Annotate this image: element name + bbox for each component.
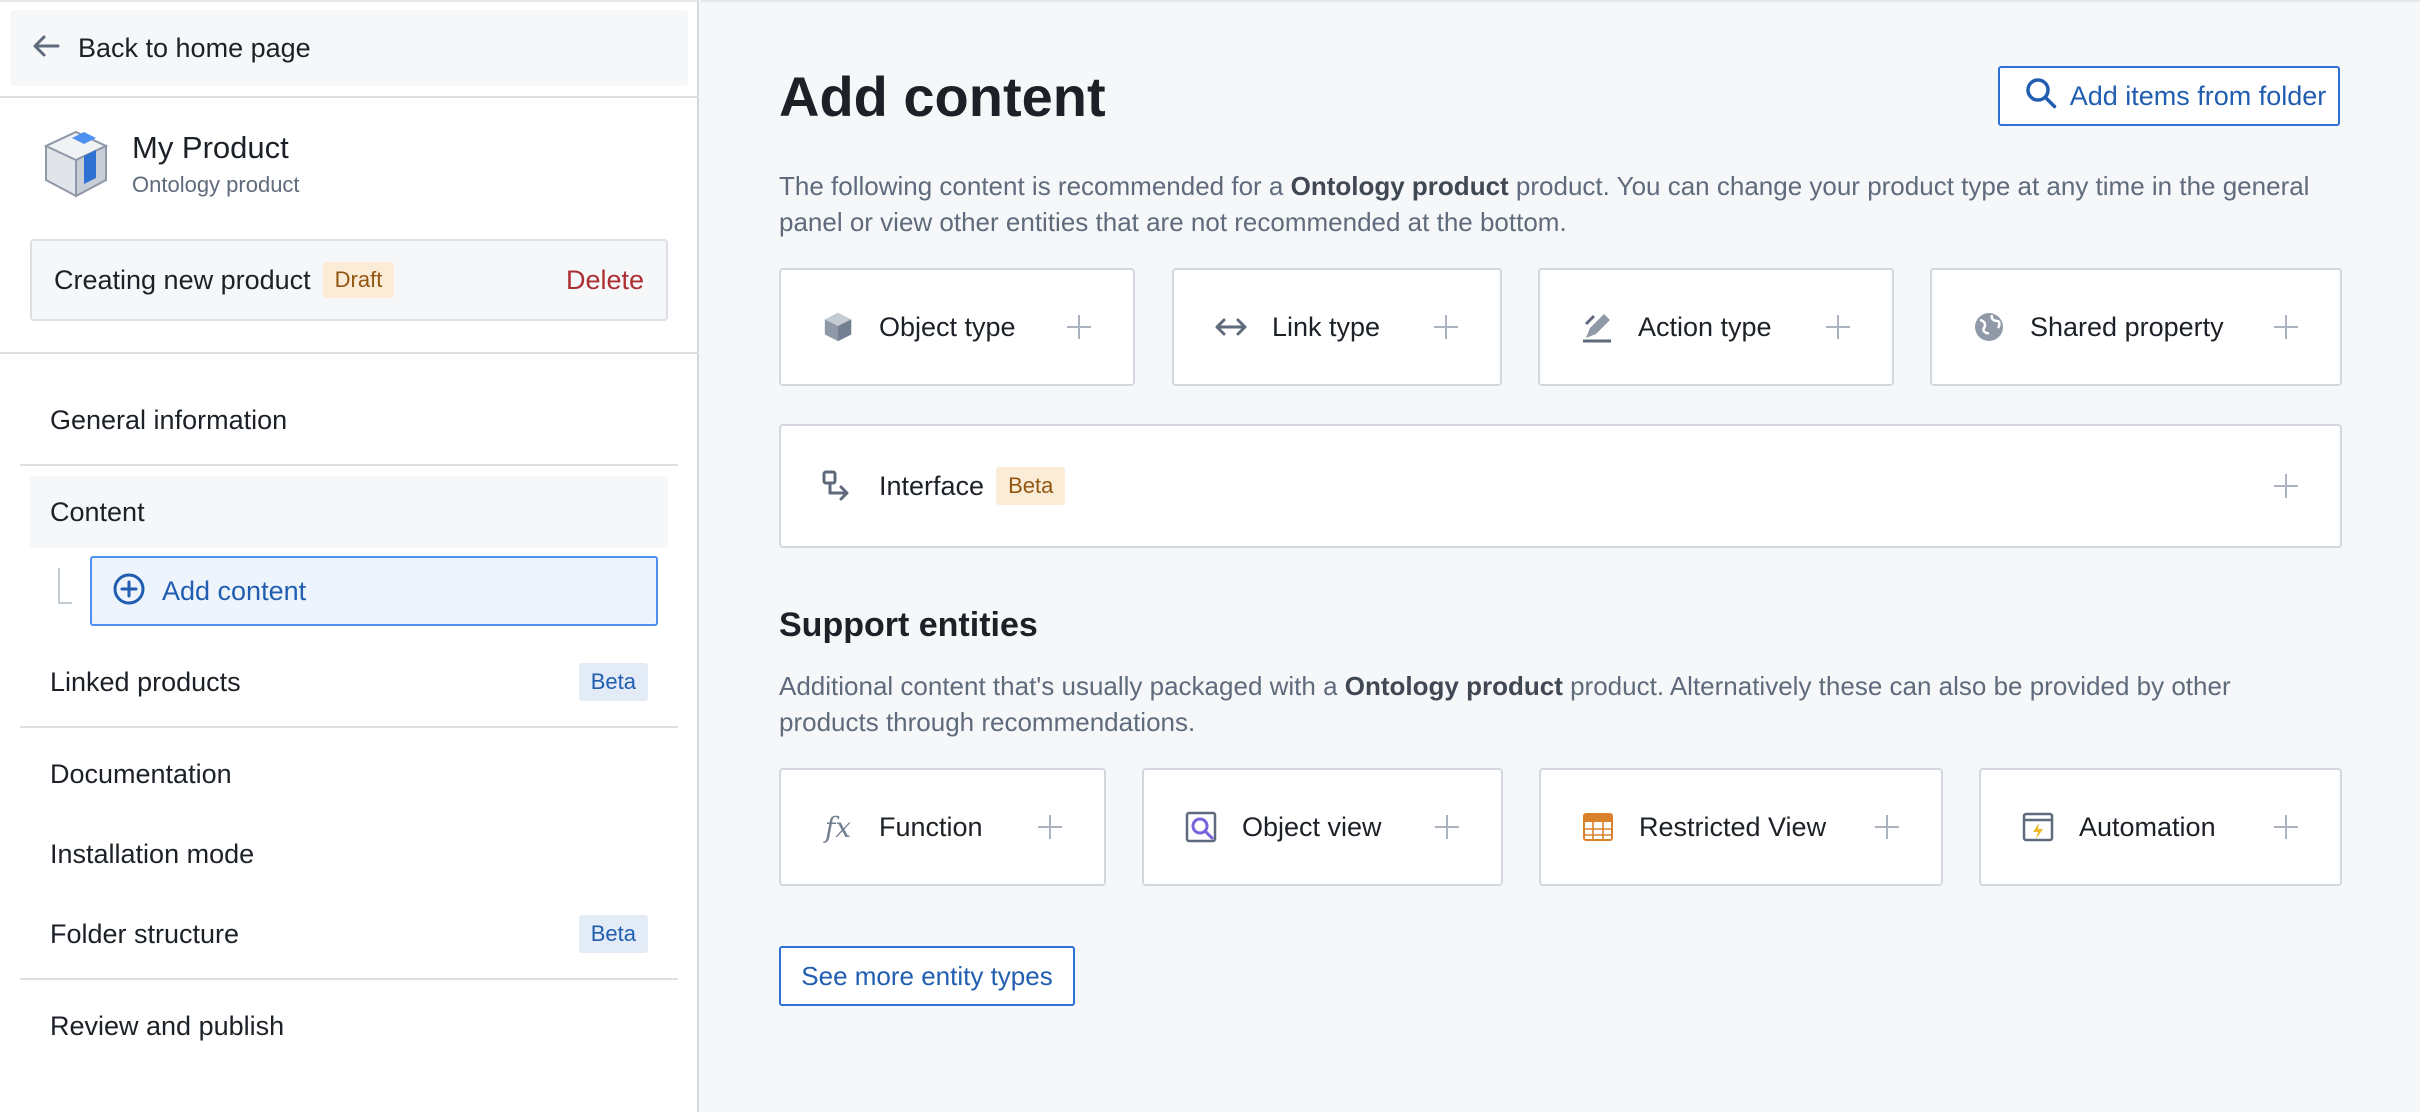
nav-label: Content (50, 496, 145, 527)
support-description: Additional content that's usually packag… (779, 668, 2319, 740)
nav-linked-products[interactable]: Linked products Beta (30, 646, 668, 718)
product-type: Ontology product (132, 172, 300, 197)
add-icon[interactable] (1873, 813, 1901, 841)
nav-label: General information (50, 404, 288, 435)
folder-button-label: Add items from folder (2069, 80, 2327, 111)
interface-icon (821, 469, 855, 503)
divider (20, 726, 678, 728)
nav-review-and-publish[interactable]: Review and publish (30, 990, 668, 1062)
nav-add-content[interactable]: Add content (90, 556, 658, 626)
desc-text: Additional content that's usually packag… (779, 671, 1345, 701)
nav-label: Documentation (50, 758, 232, 789)
card-label: Automation (2079, 811, 2216, 842)
restricted-view-card[interactable]: Restricted View (1539, 768, 1943, 886)
table-icon (1581, 810, 1615, 844)
add-items-from-folder-button[interactable]: Add items from folder (1998, 66, 2340, 126)
function-card[interactable]: fx Function (779, 768, 1106, 886)
add-icon[interactable] (1036, 813, 1064, 841)
beta-badge: Beta (578, 663, 648, 701)
search-icon (2024, 76, 2058, 117)
automation-card[interactable]: Automation (1979, 768, 2342, 886)
nav-installation-mode[interactable]: Installation mode (30, 818, 668, 890)
nav-label: Review and publish (50, 1010, 285, 1041)
product-type-bold: Ontology product (1290, 171, 1509, 201)
beta-badge: Beta (578, 915, 648, 953)
page-title: Add content (779, 65, 1106, 128)
product-header: My Product Ontology product (40, 128, 300, 200)
globe-icon (1972, 310, 2006, 344)
nav-general-information[interactable]: General information (30, 384, 668, 456)
object-view-card[interactable]: Object view (1142, 768, 1503, 886)
object-view-icon (1184, 810, 1218, 844)
nav-label: Installation mode (50, 838, 255, 869)
arrows-horizontal-icon (1214, 310, 1248, 344)
back-label: Back to home page (78, 32, 311, 63)
edit-icon (1580, 310, 1614, 344)
nav-documentation[interactable]: Documentation (30, 738, 668, 810)
card-label: Function (879, 811, 983, 842)
card-label: Object view (1242, 811, 1382, 842)
action-type-card[interactable]: Action type (1538, 268, 1894, 386)
card-label: Interface (879, 470, 985, 501)
automation-icon (2021, 810, 2055, 844)
tree-connector (58, 568, 72, 604)
add-icon[interactable] (1065, 313, 1093, 341)
card-label: Shared property (2030, 311, 2224, 342)
cube-icon (821, 310, 855, 344)
card-label: Action type (1638, 311, 1772, 342)
divider (20, 978, 678, 980)
delete-button[interactable]: Delete (566, 265, 644, 296)
add-circle-icon (112, 572, 146, 611)
nav-folder-structure[interactable]: Folder structure Beta (30, 898, 668, 970)
link-type-card[interactable]: Link type (1172, 268, 1502, 386)
card-label: Link type (1272, 311, 1381, 342)
divider (0, 352, 699, 354)
add-icon[interactable] (2272, 313, 2300, 341)
object-type-card[interactable]: Object type (779, 268, 1135, 386)
main-panel: Add content Add items from folder The fo… (701, 0, 2420, 1112)
divider (0, 96, 699, 98)
nav-content[interactable]: Content (30, 476, 668, 548)
nav-label: Folder structure (50, 918, 240, 949)
see-more-entity-types-button[interactable]: See more entity types (779, 946, 1075, 1006)
function-icon: fx (824, 810, 852, 844)
support-entities-heading: Support entities (779, 606, 1038, 644)
recommended-description: The following content is recommended for… (779, 168, 2319, 240)
add-content-label: Add content (162, 575, 307, 606)
add-icon[interactable] (1433, 813, 1461, 841)
status-bar: Creating new product Draft Delete (30, 239, 668, 321)
beta-badge: Beta (996, 467, 1066, 505)
status-label: Creating new product (54, 264, 311, 295)
arrow-left-icon (30, 30, 62, 67)
draft-badge: Draft (322, 262, 395, 298)
shared-property-card[interactable]: Shared property (1930, 268, 2342, 386)
nav-label: Linked products (50, 666, 241, 697)
card-label: Restricted View (1639, 811, 1827, 842)
add-icon[interactable] (1432, 313, 1460, 341)
add-icon[interactable] (1824, 313, 1852, 341)
product-name: My Product (132, 130, 289, 165)
divider (20, 464, 678, 466)
card-label: Object type (879, 311, 1016, 342)
interface-card[interactable]: Interface Beta (779, 424, 2342, 548)
add-icon[interactable] (2272, 813, 2300, 841)
sidebar: Back to home page My Product Ontology pr… (0, 0, 699, 1112)
back-to-home-link[interactable]: Back to home page (10, 10, 688, 86)
desc-text: The following content is recommended for… (779, 171, 1291, 201)
add-icon[interactable] (2272, 472, 2300, 500)
product-type-bold: Ontology product (1344, 671, 1563, 701)
cube-icon (43, 130, 109, 198)
